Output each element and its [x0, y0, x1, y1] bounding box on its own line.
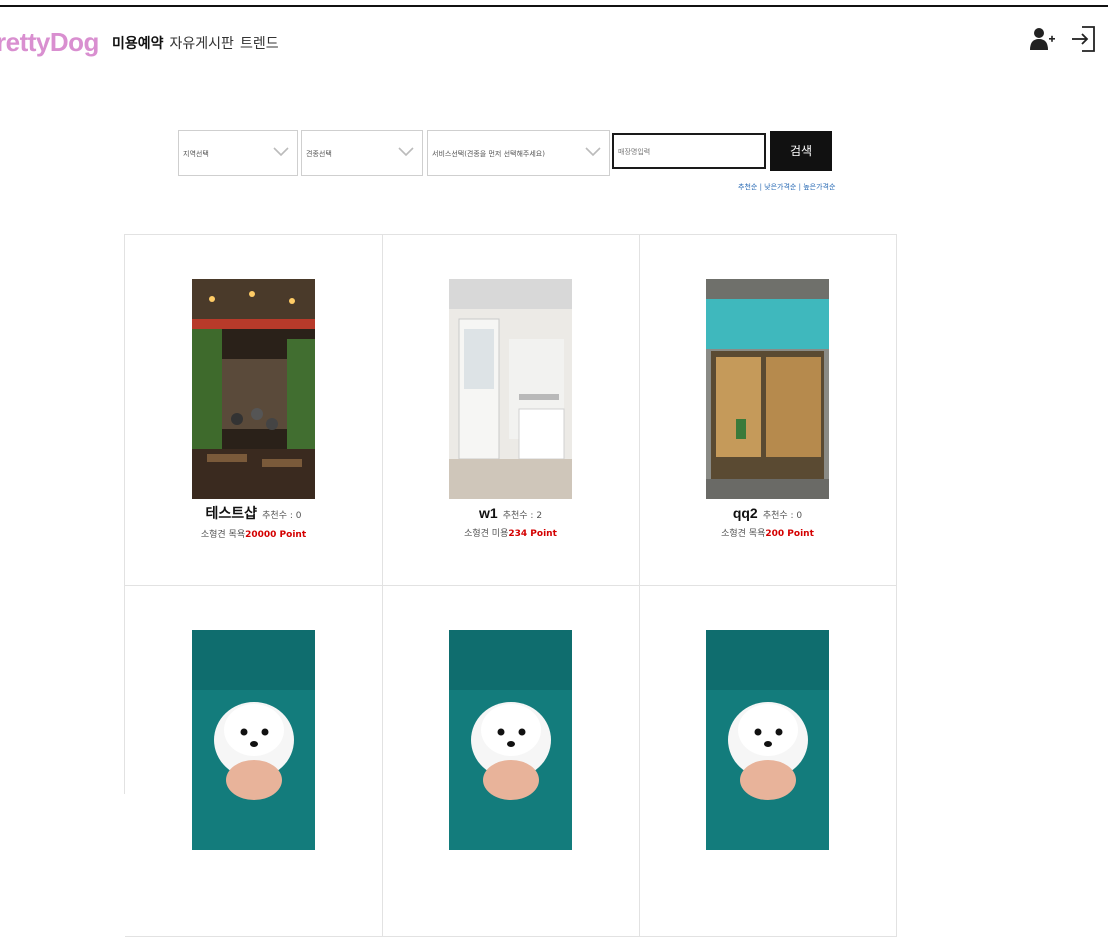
- price: 200 Point: [765, 529, 814, 539]
- search-button[interactable]: 검색: [770, 131, 832, 171]
- shop-info: qq2 추천수 : 0 소형견 목욕200 Point: [639, 503, 896, 539]
- sort-low-price[interactable]: 낮은가격순: [764, 183, 796, 191]
- shop-name-input[interactable]: 매장명입력: [612, 133, 766, 169]
- header-icons: [1030, 25, 1096, 53]
- region-select-label: 지역선택: [183, 150, 209, 158]
- service-select[interactable]: 서비스선택(견종을 먼저 선택해주세요): [427, 130, 610, 176]
- recommend-label: 추천수 :: [762, 511, 797, 521]
- site-logo[interactable]: rettyDog: [0, 27, 99, 58]
- recommend-label: 추천수 :: [262, 511, 296, 521]
- region-select[interactable]: 지역선택: [178, 130, 298, 176]
- sort-options: 추천순 | 낮은가격순 | 높은가격순: [738, 182, 835, 192]
- recommend-count: 0: [796, 511, 803, 521]
- sort-separator: |: [798, 183, 801, 191]
- site-header: rettyDog 미용예약 자유게시판 트렌드: [0, 7, 1108, 67]
- price: 234 Point: [508, 529, 557, 539]
- recommend-count: 2: [536, 511, 543, 521]
- shop-name[interactable]: 테스트샵: [206, 505, 258, 521]
- nav-trend[interactable]: 트렌드: [240, 33, 279, 53]
- service-name: 소형견 목욕: [721, 529, 766, 539]
- dog-breed-select-label: 견종선택: [306, 150, 332, 158]
- service-name: 소형견 미용: [464, 529, 509, 539]
- dog-breed-select[interactable]: 견종선택: [301, 130, 423, 176]
- recommend-count: 0: [295, 511, 302, 521]
- login-icon[interactable]: [1070, 25, 1096, 53]
- sort-recommended[interactable]: 추천순: [738, 183, 757, 191]
- shop-info: 테스트샵 추천수 : 0 소형견 목욕20000 Point: [125, 503, 382, 540]
- shop-card[interactable]: qq2 추천수 : 0 소형견 목욕200 Point: [639, 235, 897, 586]
- main-nav: 미용예약 자유게시판 트렌드: [112, 33, 279, 53]
- shop-card[interactable]: [382, 586, 640, 937]
- price: 20000 Point: [245, 530, 307, 540]
- sort-separator: |: [759, 183, 762, 191]
- nav-free-board[interactable]: 자유게시판: [170, 33, 234, 53]
- sort-high-price[interactable]: 높은가격순: [803, 183, 835, 191]
- chevron-down-icon: [398, 147, 414, 157]
- shop-grid: 테스트샵 추천수 : 0 소형견 목욕20000 Point w1 추천수: …: [124, 234, 897, 937]
- service-select-label: 서비스선택(견종을 먼저 선택해주세요): [432, 150, 545, 158]
- white-puppy-photo[interactable]: [449, 630, 572, 850]
- service-name: 소형견 목욕: [200, 530, 246, 540]
- chevron-down-icon: [585, 147, 601, 157]
- white-interior-photo[interactable]: [449, 279, 572, 499]
- shop-card[interactable]: [125, 586, 383, 937]
- shop-name[interactable]: w1: [479, 505, 498, 521]
- shop-name[interactable]: qq2: [733, 505, 758, 521]
- white-puppy-photo[interactable]: [192, 630, 315, 850]
- shop-card[interactable]: w1 추천수 : 2 소형견 미용234 Point: [382, 235, 640, 586]
- recommend-label: 추천수 :: [502, 511, 537, 521]
- white-puppy-photo[interactable]: [706, 630, 829, 850]
- chevron-down-icon: [273, 147, 289, 157]
- shop-card[interactable]: 테스트샵 추천수 : 0 소형견 목욕20000 Point: [125, 235, 383, 586]
- storefront-photo[interactable]: [706, 279, 829, 499]
- add-user-icon[interactable]: [1030, 26, 1056, 52]
- shop-card[interactable]: [639, 586, 897, 937]
- shop-name-placeholder: 매장명입력: [618, 148, 651, 156]
- nav-grooming-reservation[interactable]: 미용예약: [112, 33, 164, 53]
- restaurant-photo[interactable]: [192, 279, 315, 499]
- shop-info: w1 추천수 : 2 소형견 미용234 Point: [382, 503, 639, 539]
